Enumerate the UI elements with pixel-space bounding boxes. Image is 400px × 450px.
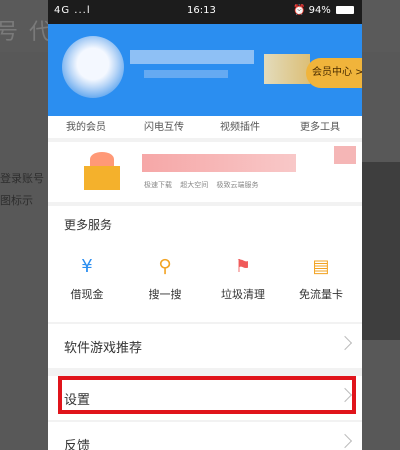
- battery-icon: [336, 6, 354, 14]
- profile-header[interactable]: 会员中心 >: [48, 24, 362, 124]
- services-title: 更多服务: [64, 218, 113, 232]
- signal-indicator: 4G ...l: [54, 5, 91, 16]
- service-borrow-cash[interactable]: ¥ 借现金: [48, 256, 126, 302]
- member-center-button[interactable]: 会员中心 >: [306, 58, 362, 88]
- menu-item-software-recommend[interactable]: 软件游戏推荐: [48, 324, 362, 368]
- quick-link-my-membership[interactable]: 我的会员: [66, 118, 106, 133]
- battery-indicator: ⏰ 94%: [293, 5, 354, 16]
- promo-corner-badge: [334, 146, 356, 164]
- quick-link-more-tools[interactable]: 更多工具: [300, 118, 340, 133]
- promo-subtitle-cloud-service: 极致云端服务: [216, 181, 259, 189]
- service-search[interactable]: ⚲ 搜一搜: [126, 256, 204, 302]
- background-hint-line1: 登录账号: [0, 172, 44, 185]
- vip-badge-blurred: [264, 54, 310, 84]
- promo-subtitle-large-space: 超大空间: [180, 181, 209, 189]
- background-hint-line2: 图标示: [0, 194, 33, 207]
- status-bar: 4G ...l 16:13 ⏰ 94%: [48, 0, 362, 24]
- service-free-data-card[interactable]: ▤ 免流量卡: [282, 256, 360, 302]
- username-blurred: [130, 50, 254, 64]
- service-label: 垃圾清理: [221, 288, 265, 301]
- search-icon: ⚲: [158, 256, 172, 277]
- more-services-section: 更多服务 ¥ 借现金 ⚲ 搜一搜 ⚑ 垃圾清理 ▤ 免流量卡: [48, 206, 362, 322]
- menu-item-label: 软件游戏推荐: [64, 341, 143, 356]
- promo-title-blurred: [142, 154, 296, 172]
- chevron-right-icon: [337, 335, 353, 351]
- menu-item-label: 反馈: [64, 439, 91, 450]
- user-info-blurred: [144, 70, 228, 78]
- background-panel: [362, 162, 400, 340]
- alarm-icon: ⏰: [292, 5, 306, 16]
- avatar[interactable]: [62, 36, 124, 98]
- gift-icon: [84, 152, 120, 192]
- chevron-right-icon: [337, 433, 353, 449]
- battery-percent: 94%: [308, 5, 331, 16]
- screenshot: 号 代 登录账号 图标示 4G ...l 16:13 ⏰ 94% 会员中心 > …: [0, 0, 400, 450]
- quick-links-row: 我的会员 闪电互传 视频插件 更多工具: [48, 116, 362, 138]
- cash-icon: ¥: [81, 256, 93, 277]
- service-label: 免流量卡: [299, 288, 343, 301]
- promo-banner[interactable]: 极速下载 超大空间 极致云端服务: [48, 142, 362, 202]
- quick-link-flash-transfer[interactable]: 闪电互传: [144, 118, 184, 133]
- service-junk-clean[interactable]: ⚑ 垃圾清理: [204, 256, 282, 302]
- status-time: 16:13: [187, 5, 216, 16]
- service-label: 搜一搜: [148, 288, 182, 301]
- service-label: 借现金: [70, 288, 104, 301]
- card-icon: ▤: [312, 256, 330, 277]
- promo-subtitle-fast-download: 极速下载: [144, 181, 172, 189]
- settings-highlight-box: [58, 376, 356, 414]
- promo-subtitles: 极速下载 超大空间 极致云端服务: [144, 180, 264, 190]
- quick-link-video-plugin[interactable]: 视频插件: [220, 118, 260, 133]
- menu-item-feedback[interactable]: 反馈: [48, 422, 362, 450]
- background-title-fragment: 号 代: [0, 20, 53, 45]
- broom-icon: ⚑: [234, 256, 252, 277]
